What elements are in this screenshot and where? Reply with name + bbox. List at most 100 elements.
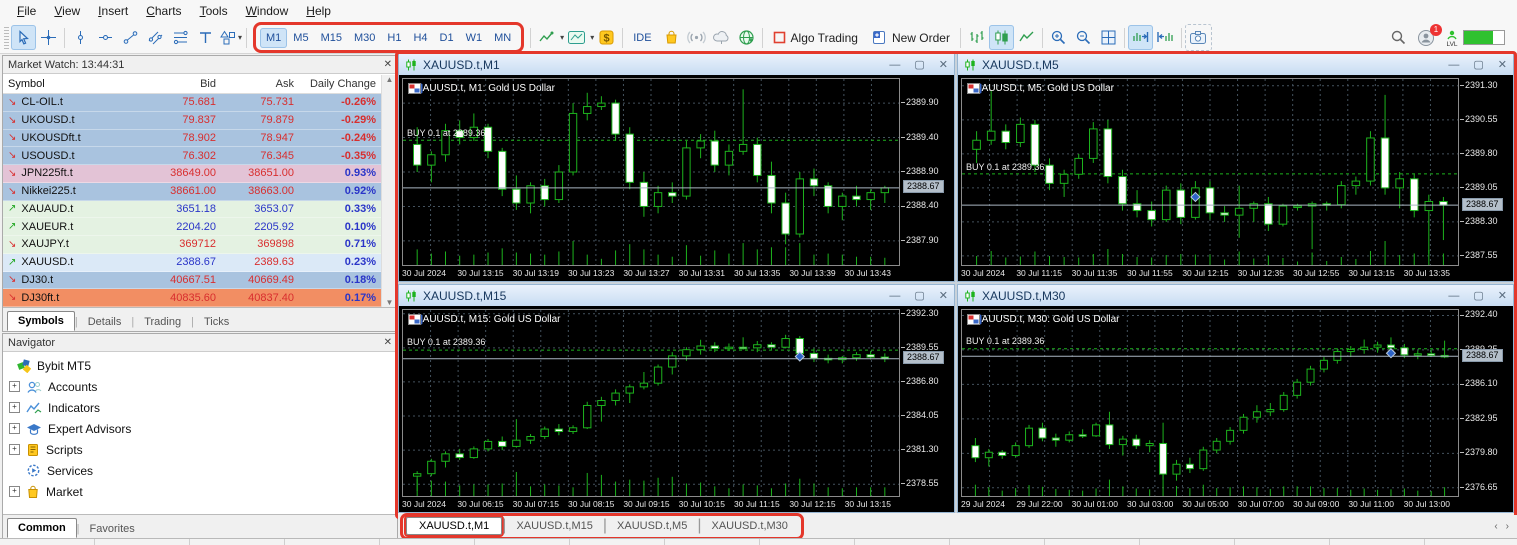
table-row[interactable]: ↗ XAUEUR.t 2204.20 2205.92 0.10% bbox=[3, 218, 397, 236]
table-row[interactable]: ↘ Nikkei225.t 38661.00 38663.00 0.92% bbox=[3, 182, 397, 201]
timeframe-button-m1[interactable]: M1 bbox=[260, 27, 288, 48]
line-chart-icon[interactable] bbox=[1014, 25, 1039, 50]
market-icon[interactable] bbox=[659, 25, 684, 50]
new-order-button[interactable]: New Order bbox=[865, 27, 957, 48]
indicators-icon[interactable] bbox=[534, 25, 559, 50]
table-row[interactable]: ↘ CL-OIL.t 75.681 75.731 -0.26% bbox=[3, 94, 397, 112]
crosshair-icon[interactable] bbox=[36, 25, 61, 50]
minimize-icon[interactable]: — bbox=[1448, 290, 1459, 302]
screenshot-icon[interactable] bbox=[1184, 24, 1212, 51]
community-icon[interactable] bbox=[734, 25, 759, 50]
ide-button[interactable]: IDE bbox=[626, 29, 658, 47]
channel-icon[interactable] bbox=[143, 25, 168, 50]
shapes-icon[interactable]: ▾ bbox=[218, 25, 243, 50]
close-icon[interactable]: ✕ bbox=[1498, 58, 1507, 71]
tab-trading[interactable]: Trading bbox=[134, 313, 191, 331]
table-row[interactable]: ↘ JPN225ft.t 38649.00 38651.00 0.93% bbox=[3, 165, 397, 183]
timeframe-button-h1[interactable]: H1 bbox=[381, 28, 407, 48]
tab-ticks[interactable]: Ticks bbox=[194, 313, 239, 331]
tab-scroll-left-icon[interactable]: ‹ bbox=[1494, 521, 1497, 532]
expand-icon[interactable]: + bbox=[9, 402, 20, 413]
tab-scroll-right-icon[interactable]: › bbox=[1506, 521, 1509, 532]
templates-icon[interactable] bbox=[564, 25, 589, 50]
table-row[interactable]: ↘ UKOUSD.t 79.837 79.879 -0.29% bbox=[3, 111, 397, 130]
column-ask[interactable]: Ask bbox=[222, 78, 300, 90]
minimize-icon[interactable]: — bbox=[1448, 59, 1459, 71]
navigator-item-scripts[interactable]: + Scripts bbox=[9, 439, 397, 460]
column-bid[interactable]: Bid bbox=[144, 78, 222, 90]
timeframe-button-m30[interactable]: M30 bbox=[348, 28, 381, 48]
navigator-item-accounts[interactable]: + Accounts bbox=[9, 376, 397, 397]
table-row[interactable]: ↗ XAUUSD.t 2388.67 2389.63 0.23% bbox=[3, 253, 397, 272]
chart-window-titlebar[interactable]: XAUUSD.t,M30 — ▢ ✕ bbox=[958, 285, 1513, 306]
navigator-item-indicators[interactable]: + Indicators bbox=[9, 397, 397, 418]
maximize-icon[interactable]: ▢ bbox=[1473, 58, 1483, 71]
auto-scroll-icon[interactable] bbox=[1153, 25, 1178, 50]
table-row[interactable]: ↘ UKOUSDft.t 78.902 78.947 -0.24% bbox=[3, 129, 397, 148]
pointer-icon[interactable] bbox=[11, 25, 36, 50]
connection-icon[interactable]: LVL bbox=[1445, 29, 1505, 47]
chart-window-titlebar[interactable]: XAUUSD.t,M15 — ▢ ✕ bbox=[399, 285, 954, 306]
timeframe-button-w1[interactable]: W1 bbox=[460, 28, 489, 48]
chart-tab-xauusd-t-m30[interactable]: XAUUSD.t,M30 bbox=[701, 518, 797, 534]
chart-window-titlebar[interactable]: XAUUSD.t,M5 — ▢ ✕ bbox=[958, 54, 1513, 75]
column-daily-change[interactable]: Daily Change bbox=[300, 78, 382, 90]
close-icon[interactable]: ✕ bbox=[939, 58, 948, 71]
menu-insert[interactable]: Insert bbox=[89, 2, 137, 20]
notifications-icon[interactable]: 1 bbox=[1417, 23, 1442, 47]
navigator-item-market[interactable]: + Market bbox=[9, 481, 397, 502]
navigator-item-bybit-mt5[interactable]: Bybit MT5 bbox=[9, 355, 397, 376]
search-icon[interactable] bbox=[1390, 29, 1407, 46]
currency-icon[interactable]: $ bbox=[594, 25, 619, 50]
table-row[interactable]: ↘ DJ30.t 40667.51 40669.49 0.18% bbox=[3, 271, 397, 290]
tab-favorites[interactable]: Favorites bbox=[80, 520, 145, 538]
table-row[interactable]: ↗ XAUAUD.t 3651.18 3653.07 0.33% bbox=[3, 200, 397, 219]
price-axis[interactable]: 2392.402389.252386.102382.952379.802376.… bbox=[1459, 309, 1513, 497]
time-axis[interactable]: 30 Jul 2024 30 Jul 06:15 30 Jul 07:15 30 Ju… bbox=[402, 497, 900, 512]
zoom-in-icon[interactable] bbox=[1046, 25, 1071, 50]
timeframe-button-d1[interactable]: D1 bbox=[434, 28, 460, 48]
navigator-item-services[interactable]: Services bbox=[9, 460, 397, 481]
text-icon[interactable] bbox=[193, 25, 218, 50]
trendline-icon[interactable] bbox=[118, 25, 143, 50]
vps-icon[interactable] bbox=[709, 25, 734, 50]
minimize-icon[interactable]: — bbox=[889, 290, 900, 302]
tab-symbols[interactable]: Symbols bbox=[7, 311, 75, 331]
minimize-icon[interactable]: — bbox=[889, 59, 900, 71]
scroll-up-icon[interactable]: ▲ bbox=[386, 75, 394, 84]
menu-window[interactable]: Window bbox=[237, 2, 298, 20]
vertical-line-icon[interactable] bbox=[68, 25, 93, 50]
chart-window-titlebar[interactable]: XAUUSD.t,M1 — ▢ ✕ bbox=[399, 54, 954, 75]
horizontal-line-icon[interactable] bbox=[93, 25, 118, 50]
close-icon[interactable]: ✕ bbox=[384, 337, 392, 348]
table-row[interactable]: ↘ USOUSD.t 76.302 76.345 -0.35% bbox=[3, 147, 397, 165]
timeframe-button-m15[interactable]: M15 bbox=[315, 28, 348, 48]
table-row[interactable]: ↘ DJ30ft.t 40835.60 40837.40 0.17% bbox=[3, 289, 397, 307]
price-axis[interactable]: 2391.30 2390.55 2389.80 2389.05 2388.30 2387.… bbox=[1459, 78, 1513, 266]
tab-common[interactable]: Common bbox=[7, 518, 77, 538]
time-axis[interactable]: 29 Jul 2024 29 Jul 22:00 30 Jul 01:00 30 Ju… bbox=[961, 497, 1459, 512]
candlestick-chart-icon[interactable] bbox=[988, 25, 1014, 50]
price-axis[interactable]: 2392.30 2389.55 2386.80 2384.05 2381.30 2378.… bbox=[900, 308, 954, 497]
table-row[interactable]: ↘ XAUJPY.t 369712 369898 0.71% bbox=[3, 236, 397, 254]
time-axis[interactable]: 30 Jul 2024 30 Jul 11:15 30 Jul 11:35 30 Ju… bbox=[961, 266, 1459, 281]
scrollbar[interactable]: ▲ ▼ bbox=[381, 75, 397, 307]
bar-chart-icon[interactable] bbox=[964, 25, 989, 50]
timeframe-button-h4[interactable]: H4 bbox=[407, 28, 433, 48]
navigator-item-expert-advisors[interactable]: + Expert Advisors bbox=[9, 418, 397, 439]
expand-icon[interactable]: + bbox=[9, 423, 20, 434]
tile-windows-icon[interactable] bbox=[1096, 25, 1121, 50]
menu-tools[interactable]: Tools bbox=[191, 2, 237, 20]
chart-plot[interactable]: XAUUSD.t, M1: Gold US Dollar BUY 0.1 at 2… bbox=[402, 78, 900, 266]
timeframe-button-mn[interactable]: MN bbox=[488, 28, 517, 48]
maximize-icon[interactable]: ▢ bbox=[1473, 289, 1483, 302]
menu-view[interactable]: View bbox=[45, 2, 89, 20]
chart-plot[interactable]: XAUUSD.t, M30: Gold US Dollar BUY 0.1 at … bbox=[961, 309, 1459, 497]
price-axis[interactable]: 2389.90 2389.40 2388.90 2388.40 2387.90 2388.… bbox=[900, 78, 954, 266]
expand-icon[interactable]: + bbox=[9, 486, 20, 497]
timeframe-button-m5[interactable]: M5 bbox=[287, 28, 314, 48]
expand-icon[interactable]: + bbox=[9, 381, 20, 392]
algo-trading-button[interactable]: Algo Trading bbox=[766, 28, 865, 48]
menu-file[interactable]: File bbox=[8, 2, 45, 20]
chart-plot[interactable]: XAUUSD.t, M5: Gold US Dollar BUY 0.1 at 2… bbox=[961, 78, 1459, 266]
